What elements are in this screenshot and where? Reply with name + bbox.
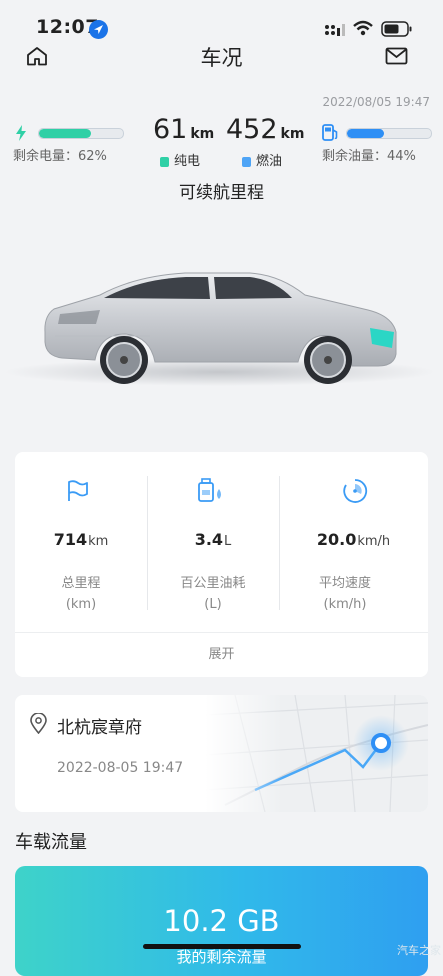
stat-number: 3.4 <box>194 530 224 549</box>
fuel-range-value: 452 <box>226 114 278 145</box>
traffic-remaining-caption: 我的剩余流量 <box>176 948 267 966</box>
car-image <box>0 232 443 412</box>
wifi-icon <box>353 20 373 40</box>
stat-label-unit: (km/h) <box>323 597 367 612</box>
stat-label-text: 平均速度 <box>318 576 371 591</box>
stat-value: 3.4L <box>147 530 279 549</box>
range-caption: 可续航里程 <box>179 183 264 203</box>
stat-label-unit: (L) <box>204 597 222 612</box>
electric-legend-icon <box>160 152 169 171</box>
watermark: 汽车之家 <box>397 944 441 957</box>
traffic-remaining-value: 10.2 GB <box>163 904 280 938</box>
battery-level-fill <box>39 129 92 138</box>
fuel-range-unit: km <box>280 126 305 142</box>
signal-icon <box>324 22 346 41</box>
battery-status-icon <box>381 21 413 41</box>
location-name: 北杭宸章府 <box>57 718 142 738</box>
battery-level-bar <box>38 128 124 139</box>
fuel-level-label: 剩余油量：44% <box>322 149 416 164</box>
page-title: 车况 <box>200 46 243 70</box>
stat-label-text: 总里程 <box>61 576 101 591</box>
stat-label: 百公里油耗 (L) <box>147 573 279 615</box>
stat-label: 总里程 (km) <box>15 573 147 615</box>
stat-fuel-consumption: 3.4L 百公里油耗 (L) <box>147 452 279 632</box>
stat-value: 20.0km/h <box>279 530 428 549</box>
location-pin-icon <box>30 712 47 738</box>
data-traffic-title: 车载流量 <box>15 832 87 853</box>
expand-button[interactable]: 展开 <box>15 633 428 677</box>
fuel-level-bar <box>346 128 432 139</box>
stat-unit: km <box>88 534 109 549</box>
stat-unit: L <box>224 534 232 549</box>
location-arrow-icon <box>89 20 108 39</box>
stat-average-speed: 20.0km/h 平均速度 (km/h) <box>279 452 428 632</box>
stat-label-unit: (km) <box>65 597 97 612</box>
fuel-range: 452 km <box>226 114 304 145</box>
stat-total-mileage: 714km 总里程 (km) <box>15 452 147 632</box>
battery-level-label: 剩余电量：62% <box>13 149 107 164</box>
update-timestamp: 2022/08/05 19:47 <box>322 95 430 109</box>
electric-range-value: 61 <box>153 114 188 145</box>
trip-stats-card: 714km 总里程 (km) 3.4L 百公里油耗 (L) 20.0km/h 平… <box>15 452 428 677</box>
stat-label: 平均速度 (km/h) <box>279 573 411 615</box>
flag-icon <box>66 479 90 507</box>
electric-range: 61 km <box>153 114 214 145</box>
fuel-level-fill <box>347 129 384 138</box>
electric-legend-label: 纯电 <box>174 154 201 169</box>
stat-number: 20.0 <box>316 530 357 549</box>
last-location-card[interactable]: 北杭宸章府 2022-08-05 19:47 <box>15 695 428 812</box>
electric-range-unit: km <box>190 126 215 142</box>
fuel-legend-icon <box>242 152 251 171</box>
fuel-can-icon <box>197 477 225 507</box>
stat-value: 714km <box>15 530 147 549</box>
location-time: 2022-08-05 19:47 <box>57 760 184 776</box>
location-map <box>205 695 428 812</box>
speedometer-icon <box>342 478 368 508</box>
fuel-legend-label: 燃油 <box>256 154 283 169</box>
stat-unit: km/h <box>357 534 391 549</box>
stat-label-text: 百公里油耗 <box>180 576 246 591</box>
charge-bolt-icon <box>15 125 27 145</box>
message-icon[interactable] <box>385 47 408 69</box>
fuel-pump-icon <box>322 124 339 145</box>
stat-number: 714 <box>53 530 88 549</box>
home-indicator[interactable] <box>143 944 301 949</box>
